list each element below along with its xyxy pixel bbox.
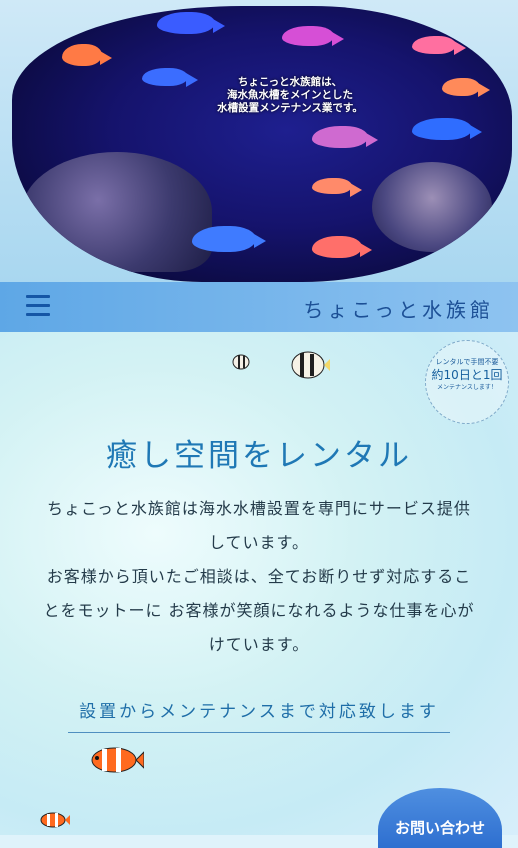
paragraph-line: とをモットーに お客様が笑顔になれるような仕事を心が: [43, 601, 475, 620]
paragraph-line: けています。: [208, 635, 310, 654]
clownfish-icon: [91, 747, 144, 773]
fish-orange-3: [312, 236, 372, 258]
fish-pink-3: [312, 126, 378, 148]
butterflyfish-large-icon: [291, 351, 330, 379]
hero-banner: ちょこっと水族館は、 海水魚水槽をメインとした 水槽設置メンテナンス業です。: [0, 0, 518, 282]
fish-blue-4: [192, 226, 266, 252]
fish-orange-4: [312, 178, 362, 197]
intro-paragraph: ちょこっと水族館は海水水槽設置を専門にサービス提供 しています。 お客様から頂い…: [20, 492, 498, 662]
fish-orange-2: [442, 78, 490, 98]
fish-blue-1: [157, 12, 225, 34]
butterflyfish-small-icon: [232, 354, 250, 370]
clownfish-small-icon: [40, 812, 70, 828]
hero-caption-line1: ちょこっと水族館は、: [237, 76, 343, 88]
site-title[interactable]: ちょこっと水族館: [303, 294, 494, 323]
fish-blue-2: [142, 68, 198, 88]
paragraph-line: お客様から頂いたご相談は、全てお断りせず対応するこ: [46, 567, 472, 586]
hero-caption-line3: 水槽設置メンテナンス業です。: [217, 102, 363, 114]
coral-reef-left: [22, 152, 212, 272]
hero-caption: ちょこっと水族館は、 海水魚水槽をメインとした 水槽設置メンテナンス業です。: [190, 76, 390, 115]
fish-orange-1: [62, 44, 112, 66]
fish-pink-1: [282, 26, 344, 46]
fish-blue-3: [412, 118, 482, 140]
navbar: ちょこっと水族館: [0, 282, 518, 332]
service-subheading: 設置からメンテナンスまで対応致します: [79, 702, 439, 722]
hero-caption-line2: 海水魚水槽をメインとした: [227, 89, 353, 101]
fish-pink-2: [412, 36, 466, 56]
page-heading: 癒し空間をレンタル: [106, 438, 412, 474]
paragraph-line: しています。: [209, 533, 309, 552]
hamburger-menu-icon[interactable]: [26, 295, 50, 319]
stamp-line2: 約10日と1回: [431, 368, 503, 382]
stamp-line3: メンテナンスします！: [437, 384, 497, 391]
aquarium-photo: [12, 6, 512, 282]
paragraph-line: ちょこっと水族館は海水水槽設置を専門にサービス提供: [47, 499, 471, 518]
stamp-line1: レンタルで手間不要: [435, 358, 499, 366]
maintenance-stamp: レンタルで手間不要 約10日と1回 メンテナンスします！: [425, 340, 509, 424]
subheading-underline: [68, 732, 450, 733]
coral-reef-right: [372, 162, 492, 252]
